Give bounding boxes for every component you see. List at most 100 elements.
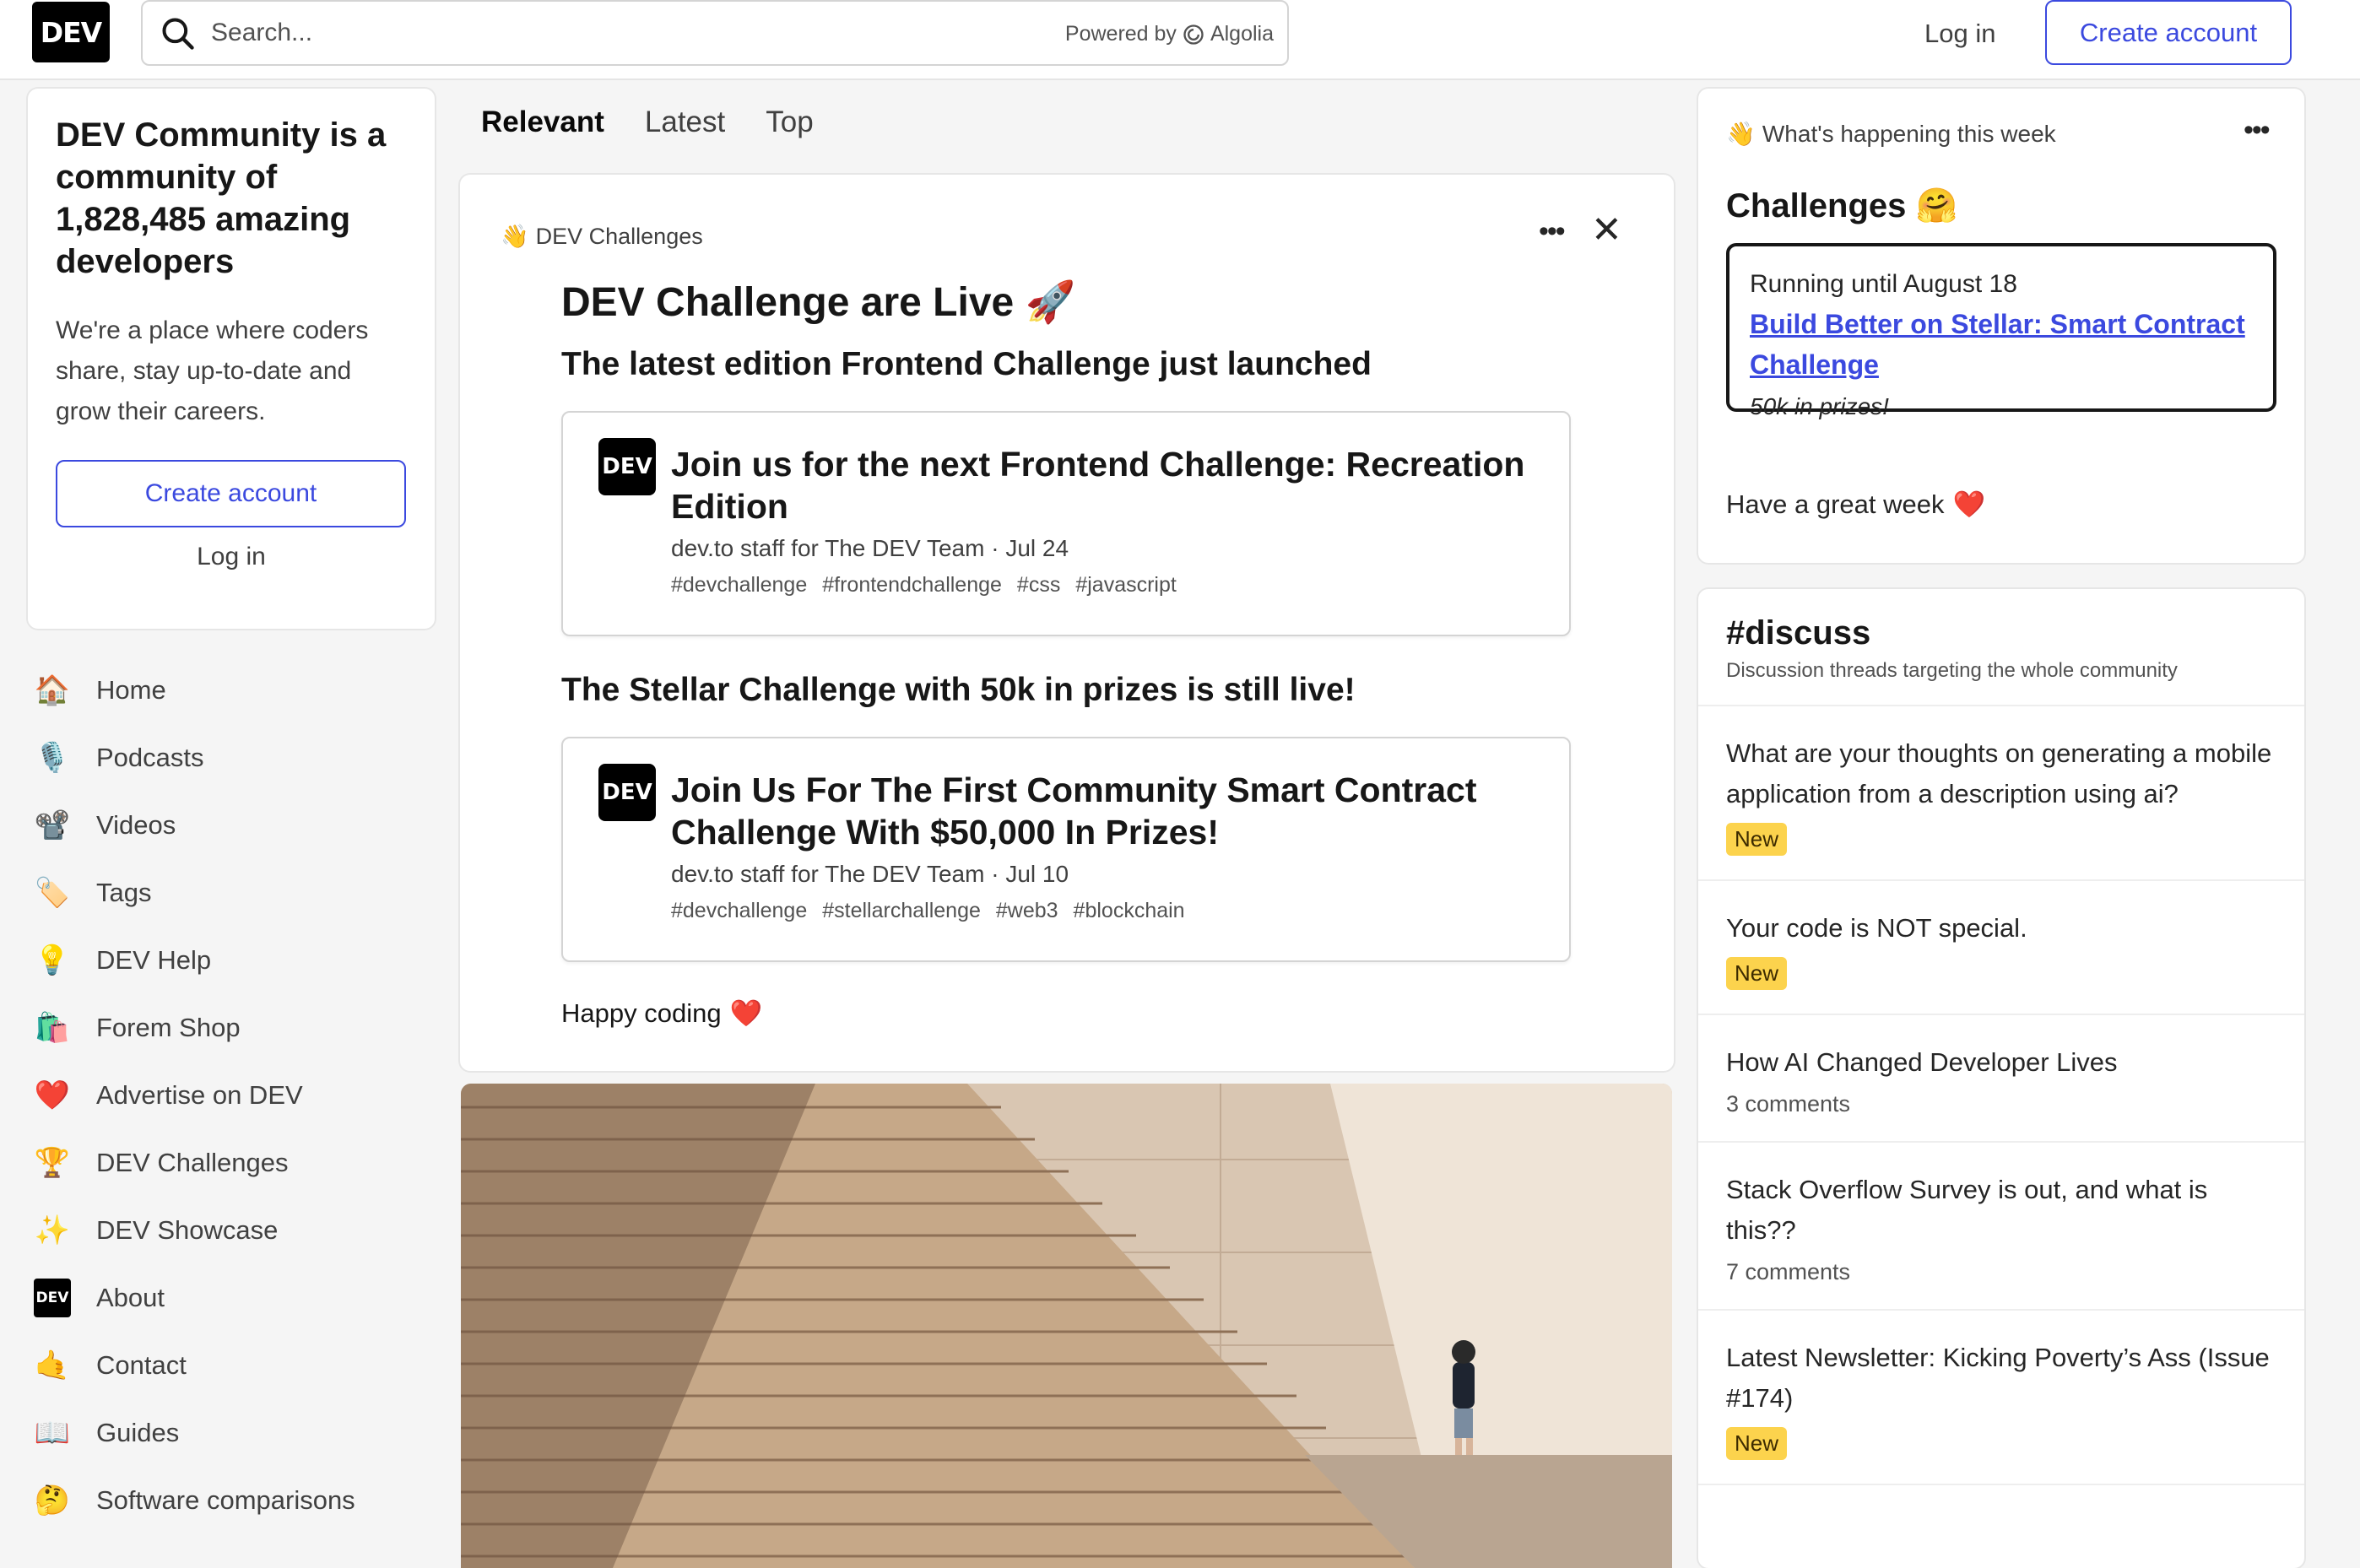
thread-title[interactable]: Latest Newsletter: Kicking Poverty’s Ass… xyxy=(1726,1338,2276,1419)
top-header: DEV Search... Powered by Algolia Log in … xyxy=(0,0,2360,80)
intro-create-account-button[interactable]: Create account xyxy=(56,460,406,527)
tag-link[interactable]: #javascript xyxy=(1075,573,1177,597)
discuss-thread[interactable]: What are your thoughts on generating a m… xyxy=(1698,706,2304,881)
tag-link[interactable]: #css xyxy=(1017,573,1060,597)
tab-top[interactable]: Top xyxy=(766,105,813,139)
embedded-article-title[interactable]: Join us for the next Frontend Challenge:… xyxy=(671,443,1532,527)
sidebar-item-forem-shop[interactable]: 🛍️ Forem Shop xyxy=(34,994,439,1062)
embedded-article-frontend[interactable]: DEV Join us for the next Frontend Challe… xyxy=(561,411,1571,636)
challenge-subtitle-frontend: The latest edition Frontend Challenge ju… xyxy=(561,346,1372,382)
sidebar-item-label: Videos xyxy=(96,810,176,840)
feed-tabs: Relevant Latest Top xyxy=(481,105,814,139)
sidebar-item-dev-showcase[interactable]: ✨ DEV Showcase xyxy=(34,1197,439,1264)
dev-team-avatar-icon: DEV xyxy=(598,438,656,495)
close-icon[interactable]: ✕ xyxy=(1591,208,1622,251)
week-card-label: What's happening this week xyxy=(1762,120,2056,147)
challenge-card-header: 👋 DEV Challenges xyxy=(501,223,703,250)
sidebar-item-label: About xyxy=(96,1283,165,1312)
powered-by-algolia[interactable]: Powered by Algolia xyxy=(1065,22,1274,46)
sidebar-item-label: Contact xyxy=(96,1350,187,1380)
tag-link[interactable]: #frontendchallenge xyxy=(822,573,1002,597)
community-intro-card: DEV Community is a community of 1,828,48… xyxy=(28,89,435,629)
discuss-subtitle: Discussion threads targeting the whole c… xyxy=(1726,659,2178,682)
challenge-prize-text: 50k in prizes! xyxy=(1750,393,1889,419)
sidebar-item-about[interactable]: DEV About xyxy=(34,1264,439,1332)
embedded-article-stellar[interactable]: DEV Join Us For The First Community Smar… xyxy=(561,737,1571,962)
dev-team-avatar-icon: DEV xyxy=(598,764,656,821)
discuss-thread[interactable]: Your code is NOT special. New xyxy=(1698,881,2304,1015)
discuss-thread[interactable]: Stack Overflow Survey is out, and what i… xyxy=(1698,1143,2304,1311)
embedded-article-meta: dev.to staff for The DEV Team · Jul 24 xyxy=(671,535,1069,561)
thread-title[interactable]: What are your thoughts on generating a m… xyxy=(1726,733,2276,814)
thread-title[interactable]: Stack Overflow Survey is out, and what i… xyxy=(1726,1170,2276,1251)
more-options-icon[interactable]: ••• xyxy=(2244,114,2271,147)
sidebar-item-videos[interactable]: 📽️ Videos xyxy=(34,792,439,859)
search-bar[interactable]: Search... Powered by Algolia xyxy=(141,0,1289,66)
lightbulb-icon: 💡 xyxy=(34,944,71,976)
tag-link[interactable]: #devchallenge xyxy=(671,573,807,597)
thread-comment-count: 3 comments xyxy=(1726,1091,1851,1117)
challenge-card-footer: Happy coding ❤️ xyxy=(561,998,762,1029)
challenge-announcement-card: 👋 DEV Challenges ••• ✕ DEV Challenge are… xyxy=(460,175,1674,1071)
search-input[interactable]: Search... xyxy=(211,19,312,47)
thread-title[interactable]: How AI Changed Developer Lives xyxy=(1726,1042,2276,1083)
stellar-challenge-link[interactable]: Build Better on Stellar: Smart Contract … xyxy=(1750,304,2253,385)
challenge-card-label: DEV Challenges xyxy=(535,223,703,249)
stairs-photo xyxy=(461,1084,1672,1568)
header-create-account-button[interactable]: Create account xyxy=(2045,0,2292,65)
intro-login-link[interactable]: Log in xyxy=(56,543,407,571)
sidebar-item-label: Forem Shop xyxy=(96,1013,241,1042)
dev-logo[interactable]: DEV xyxy=(32,2,110,62)
waving-hand-icon: 👋 xyxy=(501,224,529,249)
discuss-title[interactable]: #discuss xyxy=(1726,614,2276,652)
embedded-article-meta: dev.to staff for The DEV Team · Jul 10 xyxy=(671,861,1069,887)
week-card-title: Challenges 🤗 xyxy=(1726,187,1958,224)
sidebar-item-dev-challenges[interactable]: 🏆 DEV Challenges xyxy=(34,1129,439,1197)
sidebar-item-label: Guides xyxy=(96,1418,180,1447)
heart-icon: ❤️ xyxy=(34,1079,71,1111)
sidebar-item-label: Software comparisons xyxy=(96,1485,355,1515)
sidebar-item-guides[interactable]: 📖 Guides xyxy=(34,1399,439,1467)
week-card-footer: Have a great week ❤️ xyxy=(1726,489,1985,520)
more-options-icon[interactable]: ••• xyxy=(1539,215,1566,248)
article-cover-image[interactable] xyxy=(461,1084,1672,1568)
contact-icon: 🤙 xyxy=(34,1349,71,1381)
sidebar-item-label: Tags xyxy=(96,878,152,907)
sidebar-item-contact[interactable]: 🤙 Contact xyxy=(34,1332,439,1399)
header-login-link[interactable]: Log in xyxy=(1916,15,2004,52)
sidebar-item-advertise[interactable]: ❤️ Advertise on DEV xyxy=(34,1062,439,1129)
tag-icon: 🏷️ xyxy=(34,877,71,909)
discuss-thread[interactable]: How AI Changed Developer Lives 3 comment… xyxy=(1698,1015,2304,1143)
tag-link[interactable]: #blockchain xyxy=(1074,899,1185,923)
tag-link[interactable]: #devchallenge xyxy=(671,899,807,923)
tag-link[interactable]: #web3 xyxy=(996,899,1058,923)
search-icon xyxy=(162,18,194,50)
trophy-icon: 🏆 xyxy=(34,1147,71,1179)
embedded-article-title[interactable]: Join Us For The First Community Smart Co… xyxy=(671,769,1532,853)
challenge-highlight-box: Running until August 18 Build Better on … xyxy=(1726,243,2276,419)
sidebar-item-podcasts[interactable]: 🎙️ Podcasts xyxy=(34,724,439,792)
sidebar-item-software-comparisons[interactable]: 🤔 Software comparisons xyxy=(34,1467,439,1534)
new-badge: New xyxy=(1726,1427,1788,1460)
tag-link[interactable]: #stellarchallenge xyxy=(822,899,981,923)
embedded-article-tags: #devchallenge #frontendchallenge #css #j… xyxy=(671,573,1177,597)
challenge-subtitle-stellar: The Stellar Challenge with 50k in prizes… xyxy=(561,672,1356,708)
sidebar-item-dev-help[interactable]: 💡 DEV Help xyxy=(34,927,439,994)
intro-description: We're a place where coders share, stay u… xyxy=(56,316,369,425)
movie-camera-icon: 📽️ xyxy=(34,809,71,841)
sidebar-item-home[interactable]: 🏠 Home xyxy=(34,657,439,724)
discuss-thread[interactable]: Latest Newsletter: Kicking Poverty’s Ass… xyxy=(1698,1311,2304,1485)
sidebar-item-label: DEV Help xyxy=(96,945,212,975)
sidebar-item-tags[interactable]: 🏷️ Tags xyxy=(34,859,439,927)
dev-mini-logo: DEV xyxy=(34,1279,71,1317)
challenge-card-title: DEV Challenge are Live 🚀 xyxy=(561,280,1076,325)
tab-latest[interactable]: Latest xyxy=(645,105,725,139)
new-badge: New xyxy=(1726,823,1788,856)
algolia-icon xyxy=(1183,24,1204,45)
waving-hand-icon: 👋 xyxy=(1726,121,1756,147)
algolia-label: Algolia xyxy=(1210,22,1274,46)
challenge-running-until: Running until August 18 xyxy=(1750,270,2017,298)
thread-title[interactable]: Your code is NOT special. xyxy=(1726,908,2276,949)
tab-relevant[interactable]: Relevant xyxy=(481,105,604,139)
book-icon: 📖 xyxy=(34,1417,71,1449)
